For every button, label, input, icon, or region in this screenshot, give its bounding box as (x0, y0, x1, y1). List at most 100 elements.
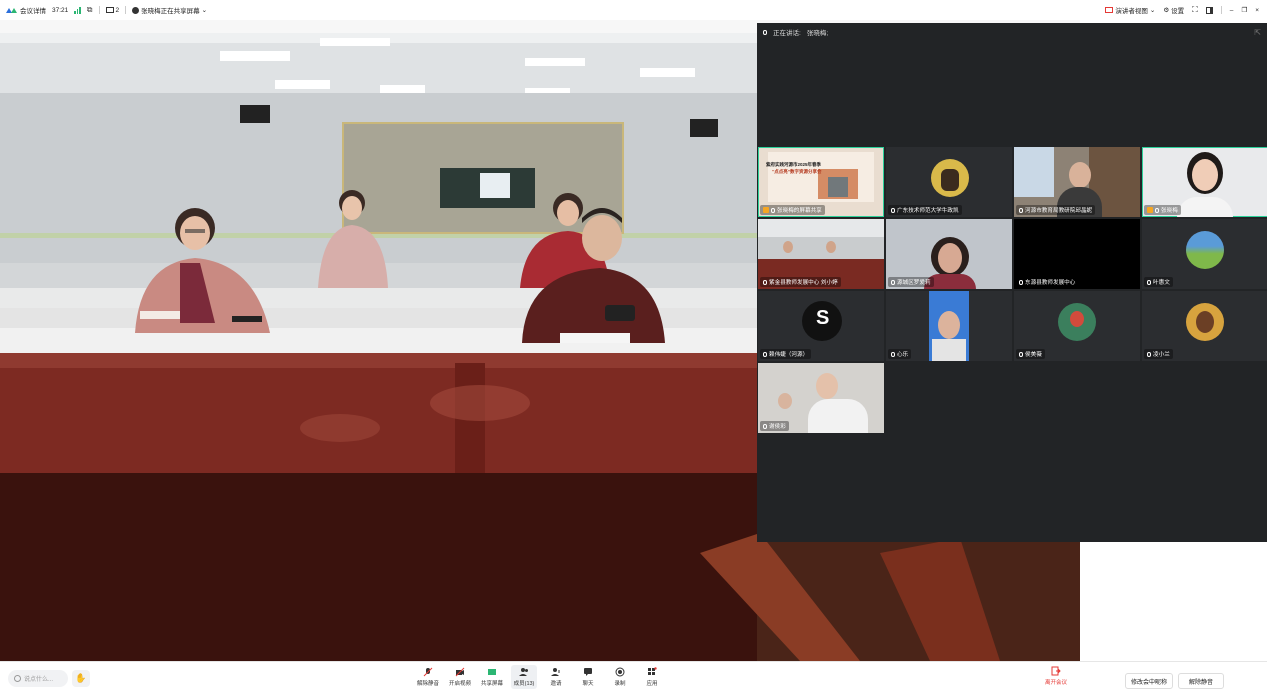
mic-icon (771, 207, 775, 213)
rename-button[interactable]: 修改会中昵称 (1125, 673, 1173, 689)
video-tile[interactable]: 叶惠文 (1142, 219, 1267, 289)
mic-icon (763, 423, 767, 429)
video-tile[interactable]: 紫府实践河源市2025年春季 “点点亮”数字资源分享会 张晓梅的屏幕共享 (758, 147, 884, 217)
video-tile[interactable]: S 赖伟婕（河源） (758, 291, 884, 361)
avatar-letter: S (816, 307, 830, 329)
video-tile[interactable]: 凌小兰 (1142, 291, 1267, 361)
slide-title-1: 紫府实践河源市2025年春季 (766, 162, 822, 167)
video-tile[interactable]: 心乐 (886, 291, 1012, 361)
video-tile[interactable]: 河源市教育局教研院邱晶妮 (1014, 147, 1140, 217)
video-tile[interactable]: 张晓梅 (1142, 147, 1267, 217)
invite-icon (551, 667, 561, 677)
external-link-icon[interactable]: ⧉ (87, 5, 93, 15)
invite-button[interactable]: 邀请 (543, 665, 569, 689)
sidebar-toggle-icon[interactable] (1205, 6, 1213, 14)
meeting-logo-icon (6, 7, 17, 13)
video-tile[interactable]: 紫金县教师发展中心 刘小婷 (758, 219, 884, 289)
video-tile[interactable]: 东源县教师发展中心 (1014, 219, 1140, 289)
hand-icon: ✋ (75, 673, 87, 683)
mic-icon (763, 29, 767, 35)
participant-name: 赖伟婕（河源） (769, 352, 809, 358)
sharing-status[interactable]: 张晓梅正在共享屏幕 ⌄ (132, 5, 207, 15)
record-icon (615, 667, 625, 677)
chat-icon (583, 667, 593, 677)
close-icon[interactable]: × (1255, 7, 1259, 14)
settings-button[interactable]: ⚙ 设置 (1163, 5, 1184, 15)
person-face (816, 373, 838, 399)
camera-off-icon (455, 667, 465, 677)
divider (125, 6, 127, 14)
chat-button[interactable]: 聊天 (575, 665, 601, 689)
participant-name: 张晓梅的屏幕共享 (777, 208, 822, 214)
tile-name-label: 谢侯彩 (760, 421, 789, 431)
raise-hand-button[interactable]: ✋ (72, 670, 90, 687)
window (1014, 147, 1054, 197)
members-button[interactable]: 成员(13) (511, 665, 537, 689)
view-mode-button[interactable]: 演讲者视图 ⌄ (1105, 5, 1155, 15)
participant-name: 紫金县教师发展中心 刘小婷 (769, 280, 838, 286)
divider (1220, 6, 1222, 14)
invite-label: 邀请 (550, 681, 562, 687)
share-screen-button[interactable]: 共享屏幕 (479, 665, 505, 689)
participants-count: 2 (115, 6, 120, 14)
tile-name-label: 紫金县教师发展中心 刘小婷 (760, 277, 841, 287)
participant-name: 谢侯彩 (769, 424, 786, 430)
mic-icon (891, 207, 895, 213)
video-tile[interactable]: 源城区罗爱莉 (886, 219, 1012, 289)
view-mode-label: 演讲者视图 (1115, 8, 1148, 15)
room-ceiling (758, 219, 884, 237)
members-icon (519, 667, 529, 677)
slide-title-2: “点点亮”数字资源分享会 (772, 169, 822, 174)
person-face (938, 243, 962, 273)
host-icon (763, 207, 769, 213)
window-icon (105, 7, 114, 13)
unmute-request-button[interactable]: 解除静音 (1178, 673, 1224, 689)
tile-name-label: 凌小兰 (1144, 349, 1173, 359)
tile-name-label: 东源县教师发展中心 (1016, 277, 1079, 287)
participant-name: 心乐 (897, 352, 909, 358)
tile-name-label: 赖伟婕（河源） (760, 349, 812, 359)
participant-name: 张晓梅 (1161, 208, 1178, 214)
video-tile[interactable]: 谢侯彩 (758, 363, 884, 433)
tile-name-label: 心乐 (888, 349, 912, 359)
speaking-indicator: 正在讲话: 张晓梅; ⇱ (757, 23, 1267, 41)
start-video-button[interactable]: 开启视频 (447, 665, 473, 689)
share-screen-icon (487, 667, 497, 677)
tile-name-label: 广东技术师范大学牛政凯 (888, 205, 962, 215)
rename-label: 修改会中昵称 (1130, 679, 1167, 686)
person-face (1069, 162, 1091, 188)
share-screen-label: 共享屏幕 (480, 681, 503, 687)
fullscreen-icon[interactable]: ⛶ (1192, 5, 1198, 15)
person (826, 241, 836, 253)
meeting-info-button[interactable]: 会议详情 (6, 5, 46, 15)
person-face (938, 311, 960, 339)
gear-icon: ⚙ (1163, 7, 1170, 14)
signal-icon[interactable] (74, 6, 81, 14)
mic-icon (1019, 279, 1023, 285)
chat-input[interactable]: 说点什么... (8, 670, 68, 687)
participants-indicator[interactable]: 2 (105, 6, 120, 14)
view-icon (1105, 7, 1114, 13)
mic-icon (1147, 351, 1151, 357)
minimize-icon[interactable]: – (1230, 7, 1234, 14)
apps-button[interactable]: 应用 (639, 665, 665, 689)
unmute-button[interactable]: 解除静音 (415, 665, 441, 689)
participant-name: 东源县教师发展中心 (1025, 280, 1076, 286)
leave-meeting-button[interactable]: 离开会议 (1045, 666, 1067, 686)
record-button[interactable]: 录制 (607, 665, 633, 689)
restore-icon[interactable]: ❐ (1241, 6, 1247, 14)
bottom-toolbar: 说点什么... ✋ 解除静音 开启视频 共享屏幕 成员(13) 邀请 聊天 录制… (0, 661, 1267, 694)
expand-icon[interactable]: ⇱ (1254, 28, 1261, 37)
speaking-label: 正在讲话: (773, 30, 801, 37)
video-tile[interactable]: 广东技术师范大学牛政凯 (886, 147, 1012, 217)
share-avatar-icon (132, 6, 140, 14)
person-body (808, 399, 868, 433)
video-tile[interactable]: 侯美薇 (1014, 291, 1140, 361)
avatar-face (1070, 311, 1084, 327)
speaker-name: 张晓梅; (806, 30, 829, 37)
avatar-face (1196, 311, 1214, 333)
divider (98, 6, 100, 14)
avatar-figure (941, 169, 959, 191)
chevron-down-icon: ⌄ (201, 7, 208, 14)
sharing-status-label: 张晓梅正在共享屏幕 (141, 8, 200, 15)
